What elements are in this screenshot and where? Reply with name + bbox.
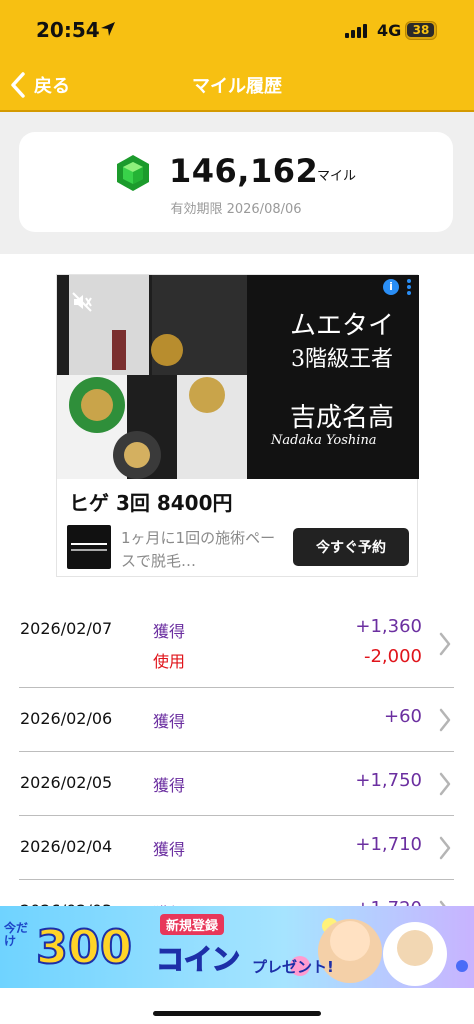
miles-summary-card: 146,162 マイル 有効期限 2026/08/06 (19, 132, 453, 232)
banner-suffix: プレゼント! (252, 958, 334, 976)
history-row[interactable]: 2026/02/04 獲得 +1,710 (19, 816, 454, 880)
row-type: 獲得 (153, 622, 186, 641)
page-title: マイル履歴 (192, 76, 282, 97)
row-type: 獲得 (153, 776, 186, 795)
row-type: 使用 (153, 652, 186, 671)
ad-logo (67, 525, 111, 569)
ad-headline: ムエタイ (289, 311, 394, 341)
row-type: 獲得 (153, 840, 186, 859)
row-date: 2026/02/06 (20, 709, 113, 728)
chevron-right-icon (439, 836, 451, 860)
miles-unit: マイル (317, 169, 357, 184)
signal-icon (345, 24, 367, 38)
expiry-date: 有効期限 2026/08/06 (170, 202, 302, 217)
row-amount: -2,000 (363, 646, 422, 667)
bottom-banner-ad[interactable]: 今だけ 300 新規登録 コイン プレゼント! (0, 906, 474, 988)
ad-block[interactable]: ムエタイ 3階級王者 吉成名高 Nadaka Yoshina i ヒゲ 3回 8… (56, 274, 419, 577)
miles-balance: 146,162 (169, 152, 319, 190)
network-label: 4G (377, 21, 402, 40)
history-row[interactable]: 2026/02/06 獲得 +60 (19, 688, 454, 752)
row-date: 2026/02/05 (20, 773, 113, 792)
mute-icon[interactable] (71, 291, 93, 313)
miles-history-list: 2026/02/07 獲得 +1,360 使用 -2,000 2026/02/06 獲得 +6… (19, 600, 454, 944)
chevron-right-icon (439, 708, 451, 732)
chevron-right-icon (439, 772, 451, 796)
banner-amount: 300 (35, 919, 133, 975)
row-amount: +1,750 (355, 770, 422, 791)
history-row[interactable]: 2026/02/05 獲得 +1,750 (19, 752, 454, 816)
ad-title[interactable]: ヒゲ 3回 8400円 (69, 487, 233, 516)
nav-bar: マイル履歴 戻る (0, 62, 474, 108)
location-arrow-icon (101, 22, 115, 36)
ad-description: 1ヶ月に1回の施術ペースで脱毛… (121, 529, 276, 570)
status-time: 20:54 (36, 18, 100, 42)
banner-tag: 新規登録 (160, 914, 225, 935)
back-button[interactable]: 戻る (10, 70, 70, 100)
row-type: 獲得 (153, 712, 186, 731)
ad-cta-button[interactable]: 今すぐ予約 (293, 528, 409, 566)
ad-name: 吉成名高 (289, 403, 394, 433)
chevron-right-icon (439, 632, 451, 656)
ad-info-icon[interactable]: i (383, 279, 399, 295)
row-amount: +1,360 (355, 616, 422, 637)
home-indicator (153, 1011, 321, 1016)
ad-subhead: 3階級王者 (291, 347, 393, 372)
row-amount: +60 (384, 706, 422, 727)
battery-level: 38 (412, 23, 430, 37)
banner-badge: 今だけ (4, 921, 29, 948)
banner-unit: コイン (155, 942, 241, 977)
app-header: 20:54 4G 38 マイル履歴 戻る (0, 0, 474, 112)
ad-name-en: Nadaka Yoshina (271, 433, 377, 448)
row-date: 2026/02/04 (20, 837, 113, 856)
battery-icon: 38 (405, 21, 437, 40)
ad-menu-icon[interactable] (405, 278, 413, 296)
row-amount: +1,710 (355, 834, 422, 855)
row-date: 2026/02/07 (20, 619, 113, 638)
chevron-left-icon (11, 72, 25, 98)
back-label: 戻る (34, 76, 70, 97)
history-row[interactable]: 2026/02/07 獲得 +1,360 使用 -2,000 (19, 600, 454, 688)
status-bar: 20:54 4G 38 (0, 0, 474, 56)
gem-icon (117, 155, 149, 191)
ad-banner-image[interactable]: ムエタイ 3階級王者 吉成名高 Nadaka Yoshina i (57, 275, 419, 479)
